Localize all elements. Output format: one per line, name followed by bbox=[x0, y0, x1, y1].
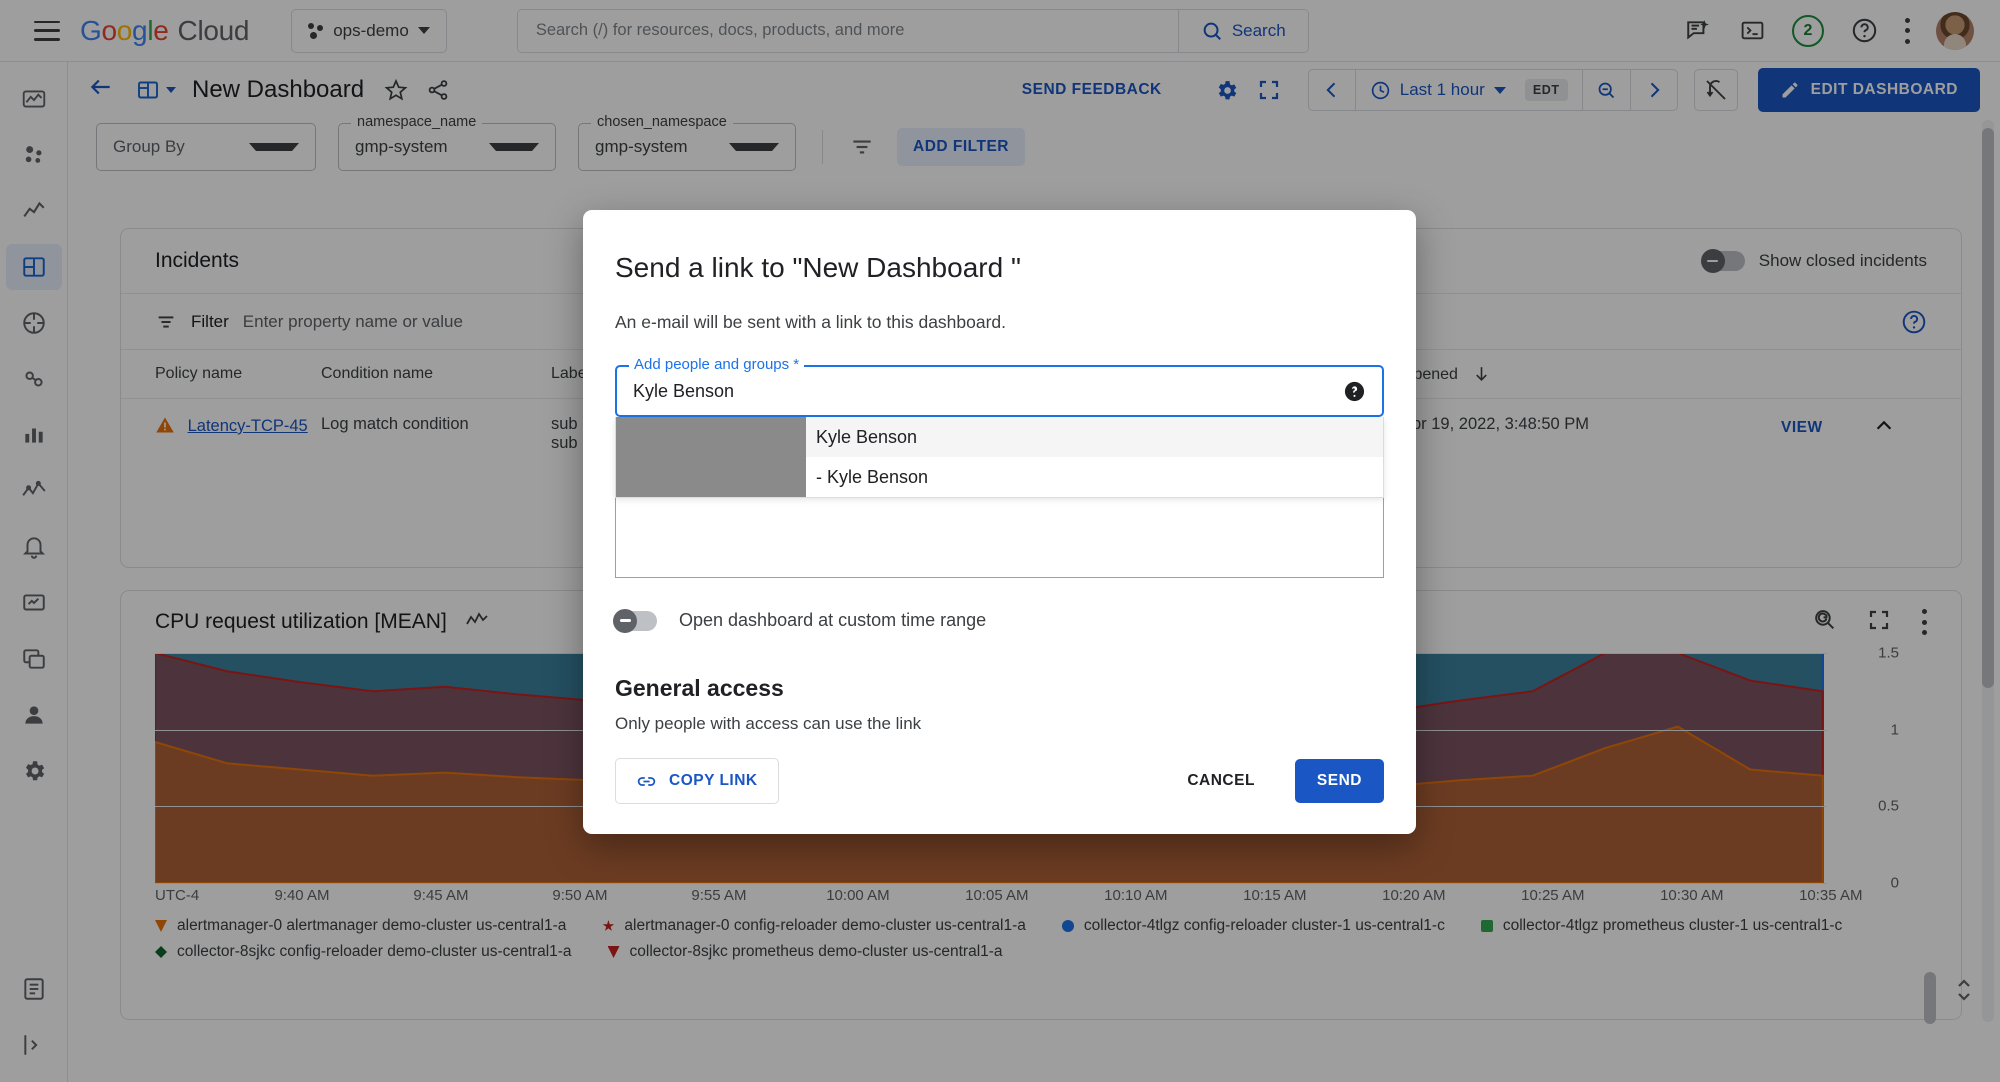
custom-time-range-toggle[interactable] bbox=[613, 608, 657, 633]
redacted-avatar-block bbox=[616, 417, 806, 457]
add-people-field[interactable]: Add people and groups * bbox=[615, 356, 1384, 417]
help-filled-icon[interactable] bbox=[1343, 380, 1366, 403]
cancel-button[interactable]: CANCEL bbox=[1169, 760, 1273, 802]
general-access-subtitle: Only people with access can use the link bbox=[615, 714, 922, 733]
general-access-title: General access bbox=[615, 675, 784, 701]
people-suggestions-dropdown: Kyle Benson - Kyle Benson bbox=[615, 417, 1384, 498]
modal-actions: COPY LINK CANCEL SEND bbox=[615, 758, 1384, 804]
copy-link-button[interactable]: COPY LINK bbox=[615, 758, 779, 804]
suggestion-option[interactable]: Kyle Benson bbox=[616, 417, 1383, 457]
modal-title: Send a link to "New Dashboard " bbox=[615, 252, 1021, 283]
toggle-knob bbox=[613, 608, 637, 633]
copy-link-label: COPY LINK bbox=[669, 772, 758, 789]
suggestion-label: - Kyle Benson bbox=[816, 466, 929, 487]
add-people-label: Add people and groups * bbox=[629, 356, 805, 373]
share-dashboard-modal: Send a link to "New Dashboard " An e-mai… bbox=[583, 210, 1416, 834]
add-people-input[interactable] bbox=[633, 380, 1343, 402]
custom-time-range-label: Open dashboard at custom time range bbox=[679, 610, 987, 630]
redacted-avatar-block bbox=[616, 457, 806, 497]
message-textarea[interactable] bbox=[615, 498, 1384, 578]
link-icon bbox=[637, 776, 656, 786]
modal-subtitle: An e-mail will be sent with a link to th… bbox=[615, 312, 1007, 332]
custom-time-range-row: Open dashboard at custom time range bbox=[613, 608, 1384, 633]
send-button[interactable]: SEND bbox=[1294, 759, 1384, 803]
suggestion-option[interactable]: - Kyle Benson bbox=[616, 457, 1383, 497]
suggestion-label: Kyle Benson bbox=[816, 426, 918, 447]
app-root: Google Cloud ops-demo Search (/) for res… bbox=[0, 0, 2000, 1082]
